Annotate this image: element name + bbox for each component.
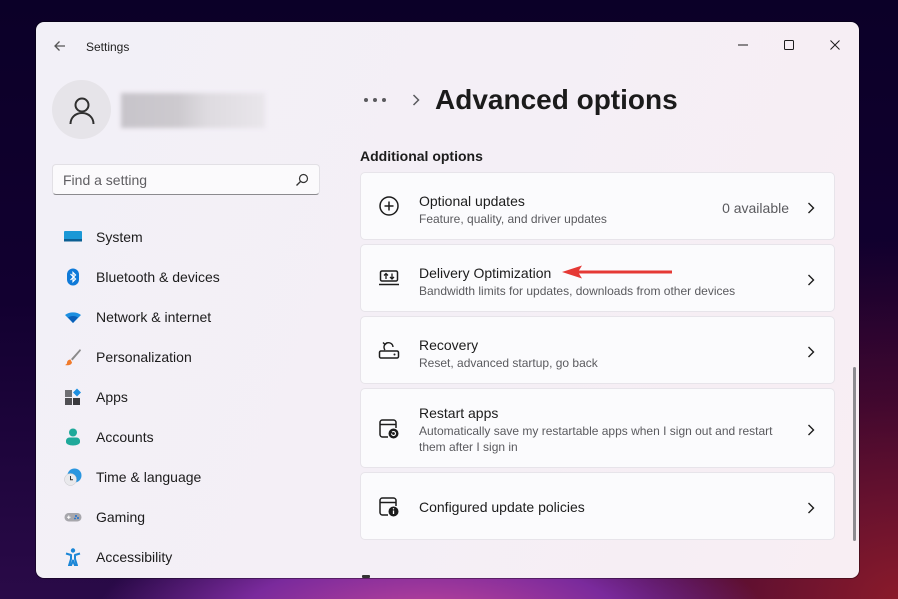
sidebar-item-label: Bluetooth & devices: [96, 269, 220, 285]
scrollbar[interactable]: [853, 367, 856, 541]
card-subtitle: Automatically save my restartable apps w…: [419, 424, 773, 454]
accounts-icon: [66, 428, 80, 446]
sidebar-item-bluetooth[interactable]: Bluetooth & devices: [52, 257, 320, 297]
sidebar-item-label: Network & internet: [96, 309, 212, 325]
sidebar-item-apps[interactable]: Apps: [52, 377, 320, 417]
restart-apps-icon: [379, 419, 399, 439]
wifi-icon: [65, 312, 81, 323]
avatar[interactable]: [52, 80, 111, 139]
user-icon: [69, 97, 94, 124]
minimize-icon: [738, 44, 748, 46]
configured-update-policies-card[interactable]: Configured update policies: [360, 472, 835, 540]
sidebar-item-gaming[interactable]: Gaming: [52, 497, 320, 537]
gaming-icon: [64, 513, 82, 522]
next-section-peek: [362, 575, 370, 578]
close-button[interactable]: [812, 30, 858, 60]
available-count: 0 available: [722, 200, 789, 216]
search-box[interactable]: [52, 164, 320, 195]
close-icon: [830, 40, 840, 50]
sidebar-item-accessibility[interactable]: Accessibility: [52, 537, 320, 577]
chevron-right-icon: [808, 346, 815, 358]
more-icon[interactable]: [362, 90, 388, 110]
restart-apps-card[interactable]: Restart apps Automatically save my resta…: [360, 388, 835, 468]
plus-circle-icon: [379, 196, 399, 216]
section-title: Additional options: [360, 148, 483, 164]
card-title: Restart apps: [419, 405, 499, 421]
chevron-right-icon: [808, 202, 815, 214]
optional-updates-card[interactable]: Optional updates Feature, quality, and d…: [360, 172, 835, 240]
maximize-button[interactable]: [766, 30, 812, 60]
back-arrow-icon: [54, 41, 65, 51]
back-button[interactable]: [50, 36, 70, 56]
sidebar-item-label: Gaming: [96, 509, 146, 525]
card-title: Configured update policies: [419, 499, 585, 515]
card-subtitle: Reset, advanced startup, go back: [419, 356, 598, 370]
apps-icon: [65, 388, 81, 405]
sidebar-item-label: System: [96, 229, 143, 245]
title-bar: Settings: [36, 22, 859, 70]
brush-icon: [65, 349, 81, 366]
sidebar-item-personalization[interactable]: Personalization: [52, 337, 320, 377]
chevron-right-icon: [808, 424, 815, 436]
sidebar-item-label: Accounts: [96, 429, 154, 445]
card-title: Recovery: [419, 337, 479, 353]
card-title: Optional updates: [419, 193, 525, 209]
sidebar-item-time-language[interactable]: Time & language: [52, 457, 320, 497]
recovery-card[interactable]: Recovery Reset, advanced startup, go bac…: [360, 316, 835, 384]
bluetooth-icon: [67, 268, 79, 286]
sidebar-item-system[interactable]: System: [52, 217, 320, 257]
sidebar-nav: System Bluetooth & devices Network & int…: [52, 217, 320, 577]
system-icon: [64, 231, 82, 242]
sidebar-item-label: Personalization: [96, 349, 192, 365]
page-title: Advanced options: [435, 84, 678, 115]
card-title: Delivery Optimization: [419, 265, 552, 281]
settings-window: Settings System Bluetooth & devices Netw…: [36, 22, 859, 578]
recovery-icon: [378, 341, 400, 359]
accessibility-icon: [65, 548, 81, 566]
sidebar-item-label: Apps: [96, 389, 128, 405]
delivery-optimization-card[interactable]: Delivery Optimization Bandwidth limits f…: [360, 244, 835, 312]
chevron-right-icon: [808, 274, 815, 286]
sidebar-item-label: Time & language: [96, 469, 202, 485]
card-subtitle: Bandwidth limits for updates, downloads …: [419, 284, 736, 298]
sidebar-item-network[interactable]: Network & internet: [52, 297, 320, 337]
options-list: Optional updates Feature, quality, and d…: [360, 172, 835, 544]
search-input[interactable]: [53, 171, 283, 188]
update-policies-icon: [379, 497, 399, 517]
delivery-optimization-icon: [379, 270, 399, 286]
chevron-right-icon: [808, 502, 815, 514]
time-language-icon: [64, 468, 82, 486]
user-name-blurred: [121, 93, 265, 128]
search-icon[interactable]: [295, 173, 309, 187]
minimize-button[interactable]: [720, 30, 766, 60]
chevron-right-icon: [412, 94, 420, 106]
maximize-icon: [784, 40, 794, 50]
sidebar-item-label: Accessibility: [96, 549, 173, 565]
sidebar-item-accounts[interactable]: Accounts: [52, 417, 320, 457]
app-title: Settings: [86, 40, 130, 54]
